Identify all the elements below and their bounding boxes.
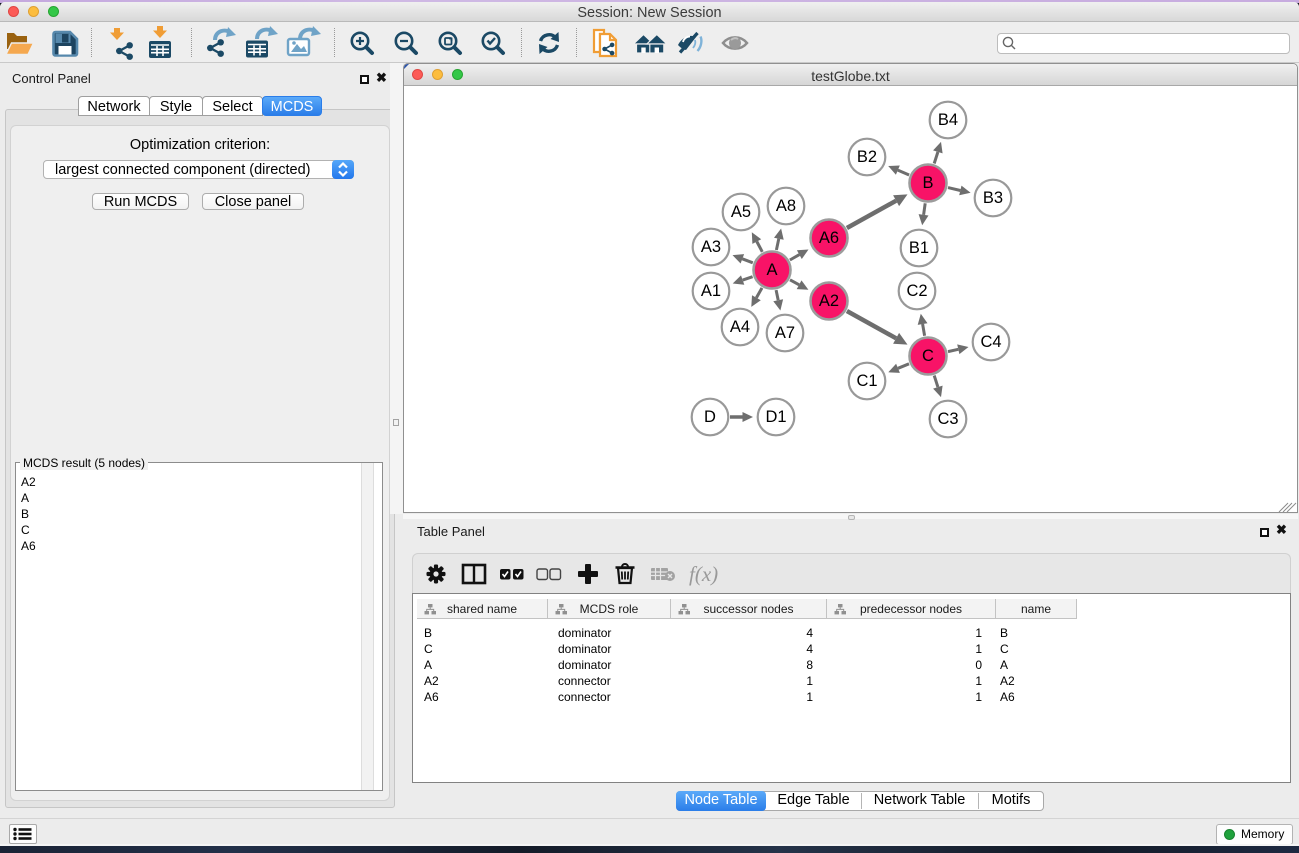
- svg-text:B4: B4: [938, 111, 958, 129]
- svg-text:A5: A5: [731, 203, 751, 221]
- svg-text:A8: A8: [776, 197, 796, 215]
- svg-text:B2: B2: [857, 148, 877, 166]
- svg-text:f(x): f(x): [689, 562, 718, 586]
- svg-text:A4: A4: [730, 318, 750, 336]
- svg-text:A6: A6: [819, 229, 839, 247]
- svg-text:D: D: [704, 408, 716, 426]
- svg-text:A3: A3: [701, 238, 721, 256]
- svg-text:C2: C2: [906, 282, 927, 300]
- svg-text:A: A: [766, 261, 777, 279]
- svg-text:A2: A2: [819, 292, 839, 310]
- svg-text:A7: A7: [775, 324, 795, 342]
- svg-text:C: C: [922, 347, 934, 365]
- svg-text:B1: B1: [909, 239, 929, 257]
- svg-text:B3: B3: [983, 189, 1003, 207]
- svg-text:C1: C1: [856, 372, 877, 390]
- svg-text:A1: A1: [701, 282, 721, 300]
- svg-text:D1: D1: [765, 408, 786, 426]
- svg-text:C3: C3: [937, 410, 958, 428]
- svg-text:C4: C4: [980, 333, 1001, 351]
- svg-text:B: B: [922, 174, 933, 192]
